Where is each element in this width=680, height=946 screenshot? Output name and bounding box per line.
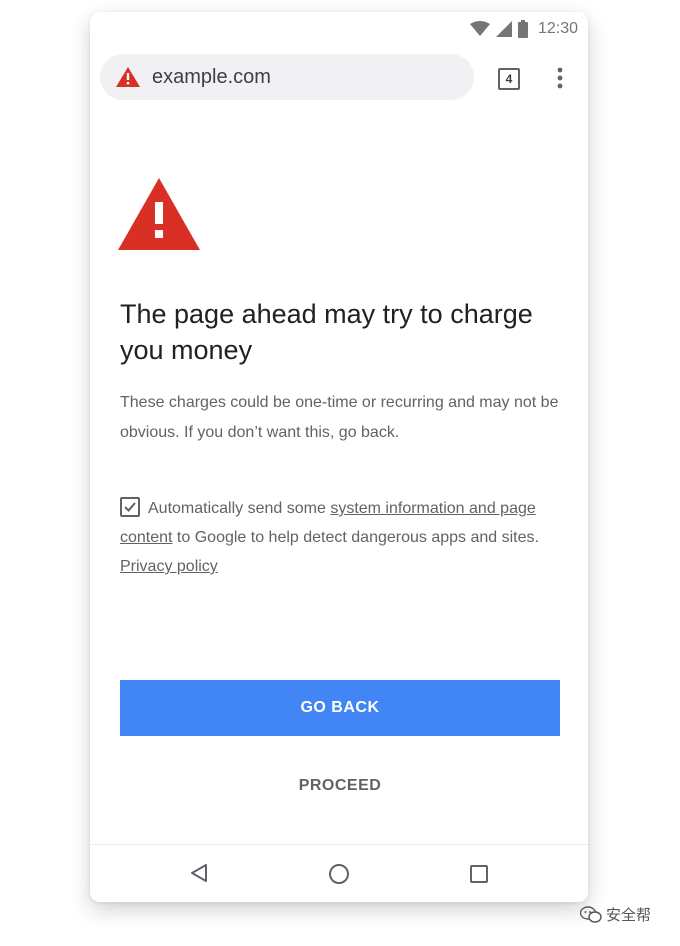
battery-icon (517, 20, 528, 38)
nav-recents-icon[interactable] (470, 865, 488, 883)
status-bar: 12:30 (90, 12, 588, 50)
watermark: 安全帮 (580, 904, 651, 925)
more-vert-icon[interactable] (552, 66, 568, 90)
warning-icon-large (118, 178, 200, 250)
url-text[interactable]: example.com (152, 66, 271, 89)
android-nav-bar (90, 844, 588, 902)
consent-text-middle: to Google to help detect dangerous apps … (172, 529, 539, 546)
wechat-icon (580, 905, 602, 923)
warning-icon (116, 67, 140, 87)
tab-count: 4 (505, 72, 513, 86)
status-icons: 12:30 (469, 20, 578, 38)
phone-frame: 12:30 example.com 4 The page ahead may t… (90, 12, 588, 902)
nav-back-icon[interactable] (190, 863, 208, 883)
description-text: These charges could be one-time or recur… (120, 394, 559, 441)
page-title: The page ahead may try to charge you mon… (120, 299, 533, 365)
wifi-icon (469, 21, 490, 36)
omnibox[interactable]: example.com (100, 54, 474, 100)
extended-reporting-consent: Automatically send some system informati… (120, 494, 566, 581)
privacy-policy-link[interactable]: Privacy policy (120, 558, 218, 575)
go-back-button[interactable]: GO BACK (120, 680, 560, 736)
checkmark-icon (124, 502, 136, 512)
consent-text-before: Automatically send some (148, 500, 331, 517)
proceed-button[interactable]: PROCEED (120, 768, 560, 804)
signal-icon (495, 21, 512, 37)
nav-home-icon[interactable] (328, 863, 350, 885)
status-time: 12:30 (537, 20, 578, 37)
tab-switcher-button[interactable]: 4 (498, 68, 520, 90)
consent-checkbox[interactable] (120, 496, 140, 517)
watermark-text: 安全帮 (606, 907, 652, 924)
